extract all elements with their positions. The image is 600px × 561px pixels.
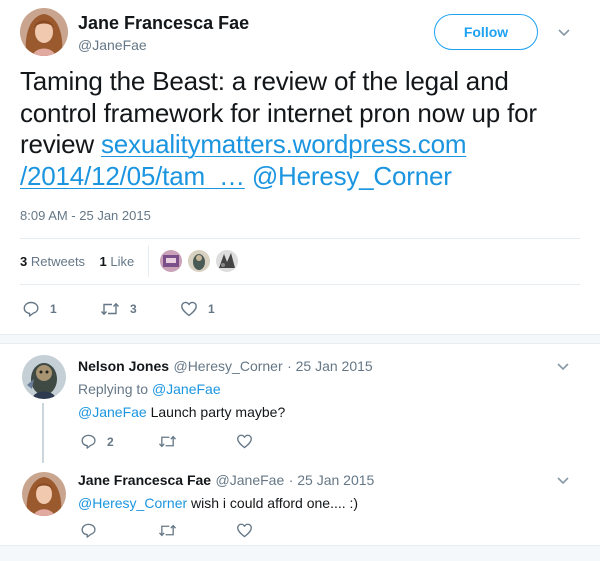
reply-text: @Heresy_Corner wish i could afford one..… <box>78 495 359 511</box>
retweet-button[interactable]: 3 <box>100 300 137 318</box>
reply-date[interactable]: · 25 Jan 2015 <box>289 472 375 488</box>
like-stat[interactable]: 1 Like <box>100 254 135 269</box>
thread-connector <box>42 403 44 463</box>
author-name[interactable]: Jane Francesca Fae <box>78 13 249 34</box>
reply-icon <box>23 301 39 317</box>
divider <box>20 284 580 285</box>
reply-button[interactable]: 1 <box>22 300 57 318</box>
replies-section-top <box>0 334 600 344</box>
chevron-down-icon[interactable] <box>557 28 571 38</box>
divider <box>20 238 580 239</box>
reply-author-name[interactable]: Jane Francesca Fae <box>78 472 211 488</box>
page-footer-bar <box>0 545 600 561</box>
retweeter-avatar[interactable] <box>160 250 182 272</box>
reply-date[interactable]: · 25 Jan 2015 <box>287 358 373 374</box>
liker-avatar[interactable] <box>216 250 238 272</box>
retweeter-avatar[interactable] <box>188 250 210 272</box>
reply-button[interactable] <box>80 522 97 539</box>
reply-icon <box>81 523 96 538</box>
reply-icon <box>81 434 96 449</box>
like-icon <box>181 301 197 317</box>
reply-author-avatar[interactable] <box>22 355 66 399</box>
tweet-mention[interactable]: @Heresy_Corner <box>252 161 452 191</box>
retweet-icon <box>158 524 177 537</box>
author-handle[interactable]: @JaneFae <box>78 37 147 53</box>
follow-button[interactable]: Follow <box>434 14 538 50</box>
retweet-button[interactable] <box>158 522 177 539</box>
reply-text: @JaneFae Launch party maybe? <box>78 404 286 420</box>
replying-to: Replying to @JaneFae <box>78 381 221 397</box>
retweet-button[interactable] <box>158 433 187 450</box>
reply-author-avatar[interactable] <box>22 472 66 516</box>
author-avatar[interactable] <box>20 8 68 56</box>
tweet-text: Taming the Beast: a review of the legal … <box>20 66 580 192</box>
like-button[interactable] <box>236 522 253 539</box>
reply-author-handle[interactable]: @Heresy_Corner <box>173 358 282 374</box>
retweet-icon <box>158 435 177 448</box>
reply-header: Jane Francesca Fae @JaneFae · 25 Jan 201… <box>78 472 374 490</box>
tweet-timestamp[interactable]: 8:09 AM - 25 Jan 2015 <box>20 208 151 223</box>
replying-to-handle[interactable]: @JaneFae <box>152 381 221 397</box>
reply-button[interactable]: 2 <box>80 433 114 450</box>
like-icon <box>237 434 252 449</box>
chevron-down-icon[interactable] <box>556 476 570 486</box>
reply-mention[interactable]: @JaneFae <box>78 404 147 420</box>
like-button[interactable]: 1 <box>180 300 215 318</box>
reply-author-name[interactable]: Nelson Jones <box>78 358 169 374</box>
reply-mention[interactable]: @Heresy_Corner <box>78 495 187 511</box>
stat-separator <box>148 245 149 277</box>
retweet-icon <box>100 302 120 316</box>
like-icon <box>237 523 252 538</box>
reply-header: Nelson Jones @Heresy_Corner · 25 Jan 201… <box>78 358 373 376</box>
tweet-stats: 3 Retweets 1 Like <box>20 254 134 269</box>
retweet-stat[interactable]: 3 Retweets <box>20 254 85 269</box>
reply-author-handle[interactable]: @JaneFae <box>216 472 285 488</box>
chevron-down-icon[interactable] <box>556 362 570 372</box>
like-button[interactable] <box>236 433 263 450</box>
